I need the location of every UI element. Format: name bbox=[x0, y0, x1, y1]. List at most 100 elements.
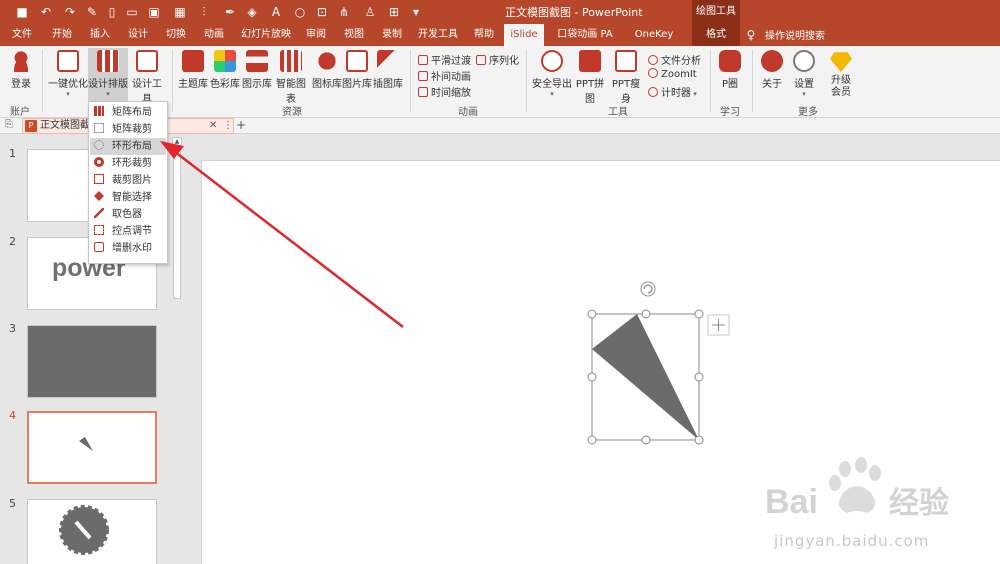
one-click-optimize-button[interactable]: 一键优化 ▾ bbox=[48, 50, 88, 98]
diagram-library-button[interactable]: 图示库 bbox=[242, 50, 272, 90]
tab-islide[interactable]: iSlide bbox=[504, 24, 544, 46]
grid-icon[interactable]: ▦ bbox=[172, 4, 188, 20]
pie-icon bbox=[316, 50, 338, 72]
thumbnail-wedge-shape bbox=[79, 437, 93, 451]
smart-chart-button[interactable]: 智能图表 bbox=[272, 50, 310, 105]
circle-icon[interactable]: ○ bbox=[292, 4, 308, 20]
crop-icon[interactable]: ⊡ bbox=[314, 4, 330, 20]
tab-file[interactable]: 文件 bbox=[8, 24, 36, 46]
slide-thumbnail-5[interactable] bbox=[27, 499, 157, 564]
ring-crop-icon bbox=[94, 157, 104, 167]
ppt-collage-button[interactable]: PPT拼图 bbox=[572, 50, 608, 105]
menu-item-color-picker[interactable]: 取色器 bbox=[90, 206, 166, 223]
menu-item-matrix-layout[interactable]: 矩阵布局 bbox=[90, 104, 166, 121]
eyedropper-icon bbox=[94, 208, 104, 218]
rocket-icon bbox=[377, 50, 399, 72]
design-tools-button[interactable]: 设计工具 bbox=[128, 50, 166, 105]
menu-item-matrix-crop[interactable]: 矩阵裁剪 bbox=[90, 121, 166, 138]
menu-item-ring-crop[interactable]: 环形裁剪 bbox=[90, 155, 166, 172]
menu-item-handle-adjust[interactable]: 控点调节 bbox=[90, 223, 166, 240]
layout-options-icon[interactable] bbox=[707, 314, 730, 336]
rotate-handle-icon[interactable] bbox=[640, 281, 656, 297]
tween-animation-button[interactable]: 补间动画 bbox=[418, 68, 471, 83]
scrollbar-thumb[interactable] bbox=[173, 151, 181, 299]
font-color-icon[interactable]: A bbox=[268, 4, 284, 20]
about-button[interactable]: 关于 bbox=[758, 50, 786, 90]
tab-pocket-animation[interactable]: 口袋动画 PA bbox=[554, 24, 616, 46]
tab-animations[interactable]: 动画 bbox=[200, 24, 228, 46]
close-icon[interactable]: ✕ bbox=[209, 119, 217, 133]
clock-icon bbox=[648, 87, 658, 97]
pin-icon[interactable]: ♙ bbox=[362, 4, 378, 20]
security-export-button[interactable]: 安全导出 ▾ bbox=[532, 50, 572, 98]
eyedropper-icon[interactable]: ✒ bbox=[222, 4, 238, 20]
tab-record[interactable]: 录制 bbox=[378, 24, 406, 46]
serialize-button[interactable]: 序列化 bbox=[476, 52, 519, 67]
matrix-crop-icon bbox=[94, 123, 104, 133]
file-analysis-button[interactable]: 文件分析 bbox=[648, 52, 701, 67]
ppt-slim-button[interactable]: PPT瘦身 bbox=[608, 50, 644, 105]
new-file-icon[interactable]: ▯ bbox=[104, 4, 120, 20]
smooth-transition-button[interactable]: 平滑过渡 bbox=[418, 52, 471, 67]
more-options-icon[interactable]: ⋮ bbox=[223, 119, 233, 133]
ppt-icon bbox=[182, 50, 204, 72]
scroll-up-icon[interactable]: ▲ bbox=[172, 137, 182, 147]
tab-developer[interactable]: 开发工具 bbox=[416, 24, 460, 46]
zoomit-button[interactable]: ZoomIt bbox=[648, 68, 697, 80]
menu-item-watermark[interactable]: 增删水印 bbox=[90, 240, 166, 257]
thumbnail-scrollbar[interactable]: ▲ bbox=[170, 135, 184, 564]
pcircle-button[interactable]: P圈 bbox=[716, 50, 744, 90]
undo-icon[interactable]: ↶ bbox=[38, 4, 54, 20]
timer-button[interactable]: 计时器 ▾ bbox=[648, 84, 697, 99]
picture-icon[interactable]: ▣ bbox=[146, 4, 162, 20]
diamond-icon bbox=[830, 52, 852, 72]
tab-onekey[interactable]: OneKey Lite bbox=[624, 24, 684, 62]
group-label-account: 账户 bbox=[10, 107, 30, 118]
color-library-button[interactable]: 色彩库 bbox=[210, 50, 240, 90]
wedge-shape[interactable] bbox=[592, 314, 699, 440]
design-layout-button[interactable]: 设计排版 ▾ bbox=[88, 48, 128, 104]
tab-slideshow[interactable]: 幻灯片放映 bbox=[238, 24, 294, 46]
zoom-icon bbox=[648, 68, 658, 78]
redo-icon[interactable]: ↷ bbox=[62, 4, 78, 20]
login-button[interactable]: 登录 bbox=[6, 50, 36, 90]
format-painter-icon[interactable]: ✎ bbox=[84, 4, 100, 20]
group-separator bbox=[752, 50, 753, 112]
lightbulb-icon: ♀ bbox=[746, 28, 756, 42]
tab-insert[interactable]: 插入 bbox=[86, 24, 114, 46]
save-icon[interactable]: ■ bbox=[14, 4, 30, 20]
settings-button[interactable]: 设置 ▾ bbox=[790, 50, 818, 98]
tab-format[interactable]: 格式 bbox=[692, 24, 740, 46]
menu-item-smart-select[interactable]: 智能选择 bbox=[90, 189, 166, 206]
tab-design[interactable]: 设计 bbox=[124, 24, 152, 46]
upgrade-membership-button[interactable]: 升级会员 bbox=[826, 50, 856, 99]
image-library-button[interactable]: 图片库 bbox=[342, 50, 372, 90]
time-scale-button[interactable]: 时间缩放 bbox=[418, 84, 471, 99]
open-file-icon[interactable]: ▭ bbox=[124, 4, 140, 20]
icon-library-button[interactable]: 图标库 bbox=[312, 50, 342, 90]
menu-item-ring-layout[interactable]: 环形布局 bbox=[90, 138, 166, 155]
fill-icon[interactable]: ◈ bbox=[244, 4, 260, 20]
slide-thumbnail-4[interactable] bbox=[27, 411, 157, 484]
chevron-down-icon: ▾ bbox=[691, 90, 697, 98]
add-tab-icon[interactable]: + bbox=[236, 118, 246, 132]
tab-home[interactable]: 开始 bbox=[48, 24, 76, 46]
powerpoint-icon: P bbox=[25, 120, 37, 132]
more-icon[interactable]: ▾ bbox=[408, 4, 424, 20]
theme-library-button[interactable]: 主题库 bbox=[178, 50, 208, 90]
table-icon[interactable]: ⊞ bbox=[386, 4, 402, 20]
user-icon bbox=[10, 50, 32, 72]
tab-help[interactable]: 帮助 bbox=[470, 24, 498, 46]
group-separator bbox=[526, 50, 527, 112]
tell-me-search[interactable]: ♀ 操作说明搜索 bbox=[745, 24, 825, 46]
slide-thumbnail-3[interactable] bbox=[27, 325, 157, 398]
illustration-library-button[interactable]: 插图库 bbox=[372, 50, 404, 90]
palette-icon bbox=[214, 50, 236, 72]
tab-view[interactable]: 视图 bbox=[340, 24, 368, 46]
tab-list-icon[interactable]: ⎘ bbox=[5, 119, 13, 130]
tab-review[interactable]: 审阅 bbox=[302, 24, 330, 46]
align-icon[interactable]: ⫶ bbox=[196, 4, 212, 20]
menu-item-crop-image[interactable]: 裁剪图片 bbox=[90, 172, 166, 189]
tab-transitions[interactable]: 切换 bbox=[162, 24, 190, 46]
brush-icon[interactable]: ⋔ bbox=[336, 4, 352, 20]
